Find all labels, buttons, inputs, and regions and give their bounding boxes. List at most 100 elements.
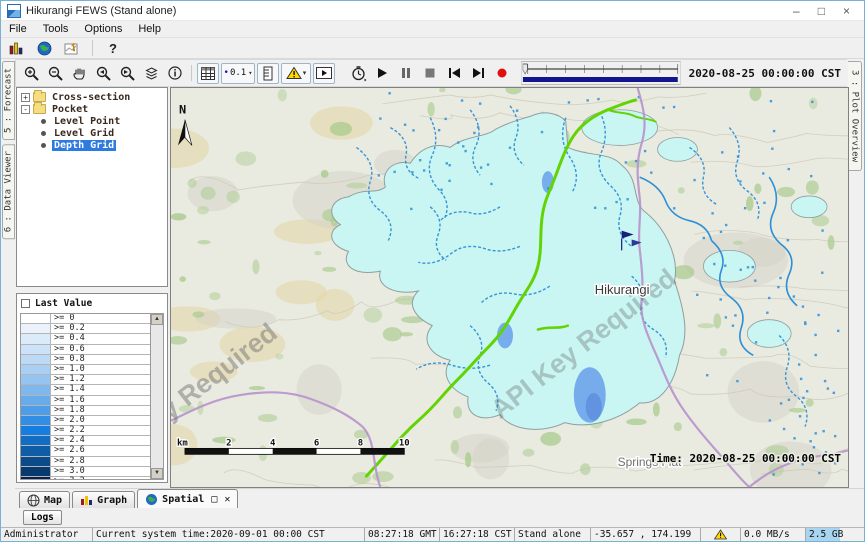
class-break-dropdown[interactable]: • 0.1 ▾ <box>221 63 255 84</box>
legend-color-swatch <box>21 334 51 343</box>
view-tab-bar: Map Graph Spatial □ ✕ <box>15 488 864 508</box>
legend-row: >= 3.0 <box>21 467 150 477</box>
tree-item-label[interactable]: Level Grid <box>52 128 116 139</box>
app-logo-icon <box>7 4 21 18</box>
scale-unit-label: km <box>177 438 188 448</box>
animation-timer-icon[interactable] <box>347 63 369 84</box>
dock-tab[interactable]: 5 : Forecast <box>2 61 15 140</box>
grid-display-button[interactable] <box>197 63 219 84</box>
tree-expander-icon[interactable]: + <box>21 93 30 102</box>
tree-item-label[interactable]: Cross-section <box>50 92 132 103</box>
layers-icon[interactable] <box>140 63 162 84</box>
record-button[interactable] <box>491 63 513 84</box>
menu-item[interactable]: File <box>1 22 35 36</box>
legend-color-swatch <box>21 477 51 479</box>
legend-value-label: >= 2.0 <box>51 416 150 425</box>
tree-item[interactable]: Depth Grid <box>17 139 167 151</box>
tree-item[interactable]: Level Grid <box>17 127 167 139</box>
pan-hand-icon[interactable] <box>68 63 90 84</box>
warning-threshold-dropdown[interactable]: ▾ <box>281 63 311 84</box>
timeseries-chart-icon[interactable] <box>61 39 83 57</box>
tab-graph[interactable]: Graph <box>72 491 135 508</box>
legend-color-swatch <box>21 436 51 445</box>
tab-map-label: Map <box>44 495 62 506</box>
legend-value-label: >= 1.2 <box>51 375 150 384</box>
title-bar: Hikurangi FEWS (Stand alone) – □ × <box>1 1 864 21</box>
tree-item-label[interactable]: Depth Grid <box>52 140 116 151</box>
time-slider[interactable] <box>521 61 681 85</box>
legend-value-label: >= 1.0 <box>51 365 150 374</box>
legend-color-swatch <box>21 375 51 384</box>
folder-icon <box>33 92 46 102</box>
zoom-next-icon[interactable] <box>116 63 138 84</box>
dock-tab[interactable]: 6 : Data Viewer <box>2 144 15 239</box>
legend-row: >= 1.2 <box>21 375 150 385</box>
map-toolbar: • 0.1 ▾ ▾ <box>15 59 849 87</box>
tree-expander-icon[interactable]: - <box>21 105 30 114</box>
toolbar-separator <box>191 65 192 81</box>
left-dock-strip: 5 : Forecast 6 : Data Viewer <box>1 59 15 488</box>
skip-to-end-button[interactable] <box>467 63 489 84</box>
help-button[interactable]: ? <box>102 39 124 57</box>
legend-color-swatch <box>21 467 51 476</box>
scroll-up-icon[interactable]: ▲ <box>151 314 163 325</box>
map-viewport[interactable]: API Key Required API Key Required Hikura… <box>170 87 849 488</box>
menu-item[interactable]: Tools <box>35 22 77 36</box>
legend-scale-button[interactable] <box>257 63 279 84</box>
legend-row: >= 2.4 <box>21 436 150 446</box>
tab-restore-icon[interactable]: □ <box>211 494 217 505</box>
tab-map[interactable]: Map <box>19 491 70 508</box>
tree-item[interactable]: Level Point <box>17 115 167 127</box>
animation-player-button[interactable] <box>313 63 335 84</box>
status-warning-cell <box>701 528 741 541</box>
tab-close-icon[interactable]: ✕ <box>224 494 230 505</box>
scale-tick: 6 <box>314 438 319 448</box>
legend-value-label: >= 1.6 <box>51 396 150 405</box>
logs-button[interactable]: Logs <box>23 510 62 525</box>
time-slider-range-bar <box>523 77 678 82</box>
legend-value-label: >= 0 <box>51 314 150 323</box>
last-value-checkbox[interactable] <box>21 299 30 308</box>
legend-table: >= 0 >= 0.2 >= 0.4 <box>21 314 150 479</box>
database-explorer-icon[interactable] <box>5 39 27 57</box>
map-time-label: Time: 2020-08-25 00:00:00 CST <box>650 452 842 465</box>
menu-item[interactable]: Options <box>76 22 130 36</box>
scale-tick: 2 <box>226 438 231 448</box>
tree-item-label[interactable]: Pocket <box>50 104 90 115</box>
zoom-out-icon[interactable] <box>44 63 66 84</box>
legend-row: >= 2.0 <box>21 416 150 426</box>
legend-value-label: >= 0.4 <box>51 334 150 343</box>
zoom-previous-icon[interactable] <box>92 63 114 84</box>
tree-item[interactable]: - Pocket <box>17 103 167 115</box>
legend-value-label: >= 1.8 <box>51 406 150 415</box>
legend-color-swatch <box>21 324 51 333</box>
info-icon[interactable] <box>164 63 186 84</box>
north-label: N <box>179 103 186 117</box>
time-slider-handle[interactable] <box>523 64 527 74</box>
menu-item[interactable]: Help <box>130 22 169 36</box>
stop-button[interactable] <box>419 63 441 84</box>
pause-button[interactable] <box>395 63 417 84</box>
legend-scrollbar[interactable]: ▲ ▼ <box>150 314 163 479</box>
legend-panel: Last Value >= 0 >= 0.2 <box>16 293 168 483</box>
minimize-button[interactable]: – <box>793 2 800 20</box>
scale-tick: 8 <box>358 438 363 448</box>
play-button[interactable] <box>371 63 393 84</box>
chevron-down-icon: ▾ <box>303 69 307 77</box>
close-button[interactable]: × <box>843 2 850 20</box>
tab-spatial[interactable]: Spatial □ ✕ <box>137 489 238 508</box>
zoom-in-icon[interactable] <box>20 63 42 84</box>
skip-to-start-button[interactable] <box>443 63 465 84</box>
legend-value-label: >= 2.2 <box>51 426 150 435</box>
tree-item-label[interactable]: Level Point <box>52 116 122 127</box>
window-title: Hikurangi FEWS (Stand alone) <box>26 5 176 17</box>
scroll-down-icon[interactable]: ▼ <box>151 468 163 479</box>
right-dock-strip: 3 : Plot Overview <box>847 59 864 488</box>
globe-map-icon[interactable] <box>33 39 55 57</box>
node-bullet-icon <box>41 119 46 124</box>
dock-tab[interactable]: 3 : Plot Overview <box>848 61 862 171</box>
maximize-button[interactable]: □ <box>818 2 825 20</box>
status-memory: 2.5 GB <box>806 528 864 541</box>
last-value-label: Last Value <box>35 298 92 309</box>
warning-icon[interactable] <box>714 529 727 540</box>
